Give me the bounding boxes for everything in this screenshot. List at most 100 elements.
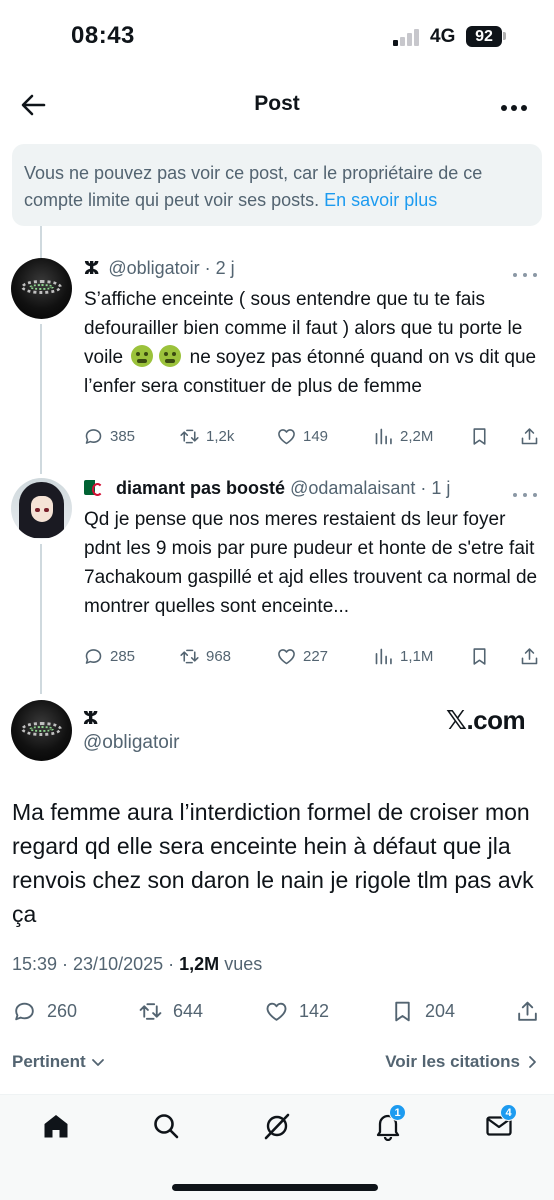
nav-home[interactable] xyxy=(41,1111,71,1141)
comment-icon xyxy=(15,1002,34,1020)
reply-actions: 285 968 227 1,1M xyxy=(83,644,543,668)
like-button[interactable]: 227 xyxy=(276,644,328,668)
battery-indicator: 92 xyxy=(466,26,502,47)
view-quotes-link[interactable]: Voir les citations xyxy=(385,1052,540,1072)
main-like-count: 142 xyxy=(299,1000,330,1021)
repost-count: 968 xyxy=(206,647,232,665)
bookmark-button[interactable] xyxy=(469,424,496,448)
main-author-name[interactable]: ⵣ xyxy=(83,708,98,729)
views-count: 2,2M xyxy=(400,427,434,445)
reply-more-button[interactable] xyxy=(512,486,538,497)
share-icon xyxy=(521,427,538,444)
status-time: 08:43 xyxy=(71,22,135,49)
learn-more-link[interactable]: En savoir plus xyxy=(324,190,437,210)
reply-more-button[interactable] xyxy=(512,266,538,277)
views-icon xyxy=(375,648,392,664)
home-indicator xyxy=(172,1184,378,1191)
repost-button[interactable]: 1,2k xyxy=(179,424,234,448)
post-time: · 1 j xyxy=(420,478,451,498)
author-handle[interactable]: @obligatoir xyxy=(108,258,199,278)
nauseated-face-icon xyxy=(131,345,154,367)
more-options-button[interactable] xyxy=(500,100,528,111)
views-count: 1,1M xyxy=(400,647,434,665)
status-bar: 08:43 4G 92 xyxy=(0,0,554,72)
main-reply-button[interactable]: 260 xyxy=(12,997,77,1025)
reply-button[interactable]: 385 xyxy=(83,424,135,448)
algeria-flag-icon xyxy=(84,480,106,496)
comment-icon xyxy=(85,428,102,444)
nav-search[interactable] xyxy=(151,1111,181,1141)
comment-icon xyxy=(85,648,102,664)
post-header: Post xyxy=(0,78,554,132)
x-com-watermark: 𝕏.com xyxy=(446,705,526,735)
author-name[interactable]: ⵣ xyxy=(84,258,99,278)
bookmark-button[interactable] xyxy=(469,644,496,668)
like-button[interactable]: 149 xyxy=(276,424,328,448)
grok-icon xyxy=(264,1113,290,1140)
more-horizontal-icon xyxy=(513,493,537,497)
bookmark-icon xyxy=(395,1001,410,1021)
heart-icon xyxy=(278,648,295,664)
page-title: Post xyxy=(254,92,300,115)
main-reply-count: 260 xyxy=(47,1000,78,1021)
post-timestamp: 15:39 · 23/10/2025 · xyxy=(12,954,175,974)
repost-icon xyxy=(180,649,199,663)
repost-count: 1,2k xyxy=(206,427,235,445)
signal-icon xyxy=(393,29,423,46)
reply-button[interactable]: 285 xyxy=(83,644,135,668)
like-count: 149 xyxy=(303,427,329,445)
main-bookmark-button[interactable]: 204 xyxy=(390,997,455,1025)
home-icon xyxy=(44,1115,68,1138)
share-icon xyxy=(518,1001,537,1021)
main-repost-count: 644 xyxy=(173,1000,204,1021)
nav-grok[interactable] xyxy=(262,1111,292,1141)
reply-count: 385 xyxy=(110,427,136,445)
post-metadata: 15:39 · 23/10/2025 · 1,2M vues xyxy=(12,954,262,975)
nauseated-face-icon xyxy=(159,345,182,367)
share-button[interactable] xyxy=(519,424,546,448)
views-total: 1,2M xyxy=(179,954,220,974)
restricted-post-notice: Vous ne pouvez pas voir ce post, car le … xyxy=(12,144,542,226)
nav-messages[interactable]: 4 xyxy=(484,1104,517,1141)
nav-notifications[interactable]: 1 xyxy=(373,1104,406,1142)
author-handle[interactable]: @odamalaisant xyxy=(290,478,415,498)
views-button[interactable]: 2,2M xyxy=(373,424,433,448)
thread-line xyxy=(40,226,42,258)
author-name[interactable]: diamant pas boosté xyxy=(116,478,285,498)
chevron-down-icon xyxy=(91,1059,104,1066)
main-repost-button[interactable]: 644 xyxy=(138,997,203,1025)
share-icon xyxy=(521,647,538,664)
reply-header: ⵣ @obligatoir · 2 j xyxy=(84,258,235,279)
repost-icon xyxy=(180,429,199,443)
chevron-right-icon xyxy=(529,1056,536,1068)
sort-dropdown[interactable]: Pertinent xyxy=(12,1052,106,1072)
reply-actions: 385 1,2k 149 2,2M xyxy=(83,424,543,448)
main-bookmark-count: 204 xyxy=(425,1000,456,1021)
bookmark-icon xyxy=(473,647,486,665)
views-button[interactable]: 1,1M xyxy=(373,644,433,668)
avatar[interactable] xyxy=(11,478,72,539)
bookmark-icon xyxy=(473,427,486,445)
heart-icon xyxy=(266,1002,287,1021)
share-button[interactable] xyxy=(519,644,546,668)
like-count: 227 xyxy=(303,647,329,665)
main-author-avatar[interactable] xyxy=(11,700,72,761)
battery-tip xyxy=(503,32,506,40)
more-horizontal-icon xyxy=(501,105,527,111)
main-share-button[interactable] xyxy=(515,997,550,1025)
more-horizontal-icon xyxy=(513,273,537,277)
views-icon xyxy=(375,428,392,444)
avatar[interactable] xyxy=(11,258,72,319)
heart-icon xyxy=(278,428,295,444)
main-author-handle[interactable]: @obligatoir xyxy=(83,732,179,754)
thread-line xyxy=(40,544,42,694)
messages-badge: 4 xyxy=(500,1104,517,1121)
post-footer-links: Pertinent Voir les citations xyxy=(12,1052,540,1078)
repost-button[interactable]: 968 xyxy=(179,644,231,668)
reply-text: S’affiche enceinte ( sous entendre que t… xyxy=(84,285,546,401)
main-like-button[interactable]: 142 xyxy=(264,997,329,1025)
views-label: vues xyxy=(224,954,263,974)
main-post-actions: 260 644 142 204 xyxy=(12,997,542,1025)
notifications-badge: 1 xyxy=(389,1104,406,1121)
sort-label: Pertinent xyxy=(12,1052,86,1071)
